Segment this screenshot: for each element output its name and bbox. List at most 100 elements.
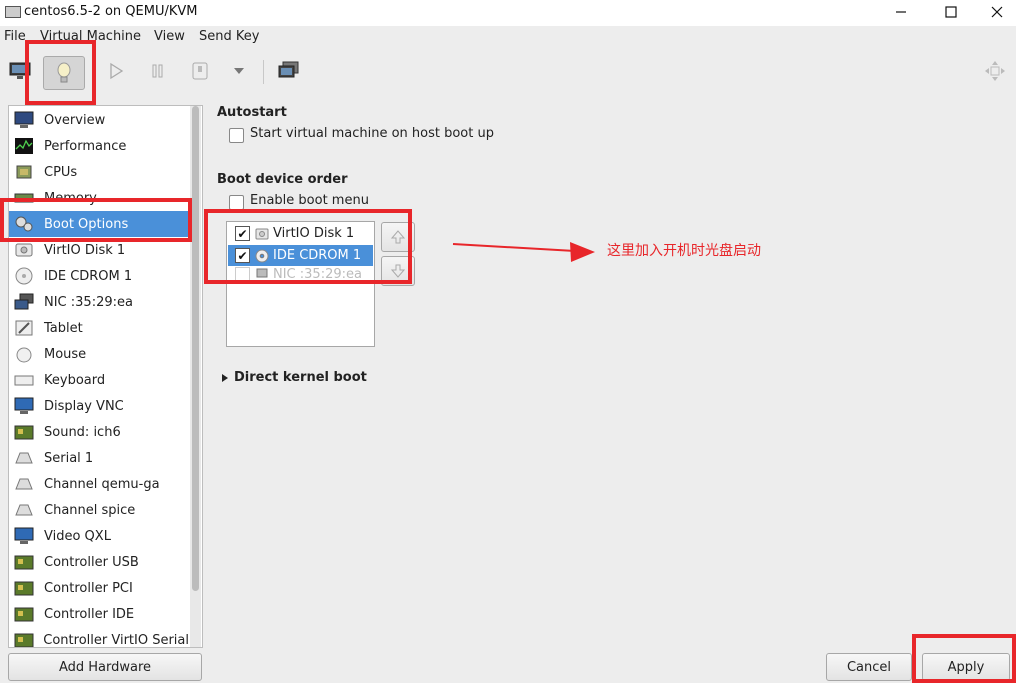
cpu-chip-icon	[13, 162, 35, 182]
boot-order-header: Boot device order	[217, 172, 348, 187]
window-title: centos6.5-2 on QEMU/KVM	[24, 4, 198, 19]
tablet-icon	[13, 318, 35, 338]
sidebar-item-channel-qemu-ga[interactable]: Channel qemu-ga	[9, 471, 189, 497]
maximize-button[interactable]	[928, 0, 974, 24]
annotation-box-details	[25, 40, 96, 105]
pause-button[interactable]	[143, 56, 173, 86]
sidebar-item-label: Channel qemu-ga	[44, 476, 160, 492]
sidebar-item-label: NIC :35:29:ea	[44, 294, 133, 310]
sidebar-item-sound-ich6[interactable]: Sound: ich6	[9, 419, 189, 445]
sidebar-item-label: CPUs	[44, 164, 78, 180]
sidebar-item-label: Controller IDE	[44, 606, 135, 622]
sidebar-item-ide-cdrom-1[interactable]: IDE CDROM 1	[9, 263, 189, 289]
direct-kernel-label: Direct kernel boot	[234, 370, 367, 385]
sidebar-item-overview[interactable]: Overview	[9, 107, 189, 133]
chevron-down-icon	[234, 68, 244, 74]
disk-drive-icon	[13, 240, 35, 260]
minimize-button[interactable]	[878, 0, 924, 24]
performance-graph-icon	[13, 136, 35, 156]
sidebar-item-keyboard[interactable]: Keyboard	[9, 367, 189, 393]
cancel-button[interactable]: Cancel	[826, 653, 912, 681]
sidebar-item-video-qxl[interactable]: Video QXL	[9, 523, 189, 549]
menu-bar: File Virtual Machine View Send Key	[0, 26, 1016, 48]
title-bar: centos6.5-2 on QEMU/KVM	[0, 0, 1016, 26]
sidebar-item-label: Keyboard	[44, 372, 106, 388]
sidebar-item-label: Controller PCI	[44, 580, 133, 596]
sound-card-icon	[13, 422, 35, 442]
sidebar-item-label: Performance	[44, 138, 127, 154]
direct-kernel-expander[interactable]: Direct kernel boot	[220, 370, 367, 385]
sidebar-item-controller-usb[interactable]: Controller USB	[9, 549, 189, 575]
sidebar-item-label: Overview	[44, 112, 106, 128]
sidebar-item-cpus[interactable]: CPUs	[9, 159, 189, 185]
sidebar-item-controller-ide[interactable]: Controller IDE	[9, 601, 189, 627]
autostart-checkbox[interactable]	[229, 128, 244, 143]
channel-icon	[13, 474, 35, 494]
power-icon	[192, 62, 208, 80]
sidebar-item-label: Serial 1	[44, 450, 94, 466]
monitor-icon	[13, 110, 35, 130]
toolbar-separator	[263, 60, 264, 84]
play-icon	[110, 62, 124, 80]
add-hardware-button[interactable]: Add Hardware	[8, 653, 202, 681]
sidebar-item-label: Video QXL	[44, 528, 111, 544]
menu-file[interactable]: File	[4, 29, 26, 44]
display-icon	[13, 396, 35, 416]
hardware-list[interactable]: Controller VirtIO Serial Controller IDE Co…	[8, 105, 203, 648]
sidebar-item-label: VirtIO Disk 1	[44, 242, 126, 258]
fullscreen-button[interactable]	[980, 56, 1010, 86]
sidebar-item-performance[interactable]: Performance	[9, 133, 189, 159]
controller-card-icon	[13, 578, 35, 598]
minimize-icon	[896, 11, 906, 13]
fullscreen-arrows-icon	[985, 61, 1005, 81]
autostart-label: Start virtual machine on host boot up	[250, 126, 494, 141]
annotation-box-boot-list	[204, 209, 412, 284]
maximize-icon	[945, 6, 957, 18]
serial-port-icon	[13, 448, 35, 468]
app-icon	[5, 6, 21, 18]
annotation-note: 这里加入开机时光盘启动	[607, 243, 761, 259]
sidebar-item-label: Sound: ich6	[44, 424, 121, 440]
expander-arrow-icon	[222, 373, 228, 382]
close-button[interactable]	[974, 0, 1016, 24]
mouse-icon	[13, 344, 35, 364]
sidebar-item-mouse[interactable]: Mouse	[9, 341, 189, 367]
close-icon	[991, 6, 1003, 18]
sidebar-item-channel-spice[interactable]: Channel spice	[9, 497, 189, 523]
sidebar-scrollbar[interactable]	[190, 106, 201, 647]
sidebar-item-label: Channel spice	[44, 502, 136, 518]
sidebar-item-label: Controller VirtIO Serial	[43, 632, 189, 648]
sidebar-item-nic-35-29-ea[interactable]: NIC :35:29:ea	[9, 289, 189, 315]
sidebar-item-label: Tablet	[44, 320, 83, 336]
sidebar-item-tablet[interactable]: Tablet	[9, 315, 189, 341]
cdrom-icon	[13, 266, 35, 286]
sidebar-item-controller-virtio-serial[interactable]: Controller VirtIO Serial	[9, 627, 189, 648]
sidebar-item-label: Controller USB	[44, 554, 139, 570]
sidebar-item-label: IDE CDROM 1	[44, 268, 133, 284]
menu-send-key[interactable]: Send Key	[199, 29, 259, 44]
autostart-header: Autostart	[217, 105, 287, 120]
video-monitor-icon	[13, 526, 35, 546]
sidebar-item-label: Mouse	[44, 346, 87, 362]
controller-card-icon	[13, 552, 35, 572]
annotation-arrow-icon	[452, 242, 595, 262]
controller-card-icon	[13, 630, 34, 647]
scrollbar-thumb[interactable]	[192, 106, 199, 591]
sidebar-item-display-vnc[interactable]: Display VNC	[9, 393, 189, 419]
pause-icon	[152, 64, 163, 78]
shutdown-button[interactable]	[185, 56, 215, 86]
snapshots-button[interactable]	[274, 56, 304, 86]
shutdown-dropdown[interactable]	[224, 56, 254, 86]
run-button[interactable]	[101, 56, 131, 86]
controller-card-icon	[13, 604, 35, 624]
menu-view[interactable]: View	[154, 29, 185, 44]
annotation-box-boot-options	[0, 198, 192, 242]
toolbar	[0, 48, 1016, 96]
network-icon	[13, 292, 35, 312]
sidebar-item-serial-1[interactable]: Serial 1	[9, 445, 189, 471]
sidebar-item-controller-pci[interactable]: Controller PCI	[9, 575, 189, 601]
enable-boot-menu-label: Enable boot menu	[250, 193, 369, 208]
keyboard-icon	[13, 370, 35, 390]
enable-boot-menu-checkbox[interactable]	[229, 195, 244, 210]
channel-icon	[13, 500, 35, 520]
